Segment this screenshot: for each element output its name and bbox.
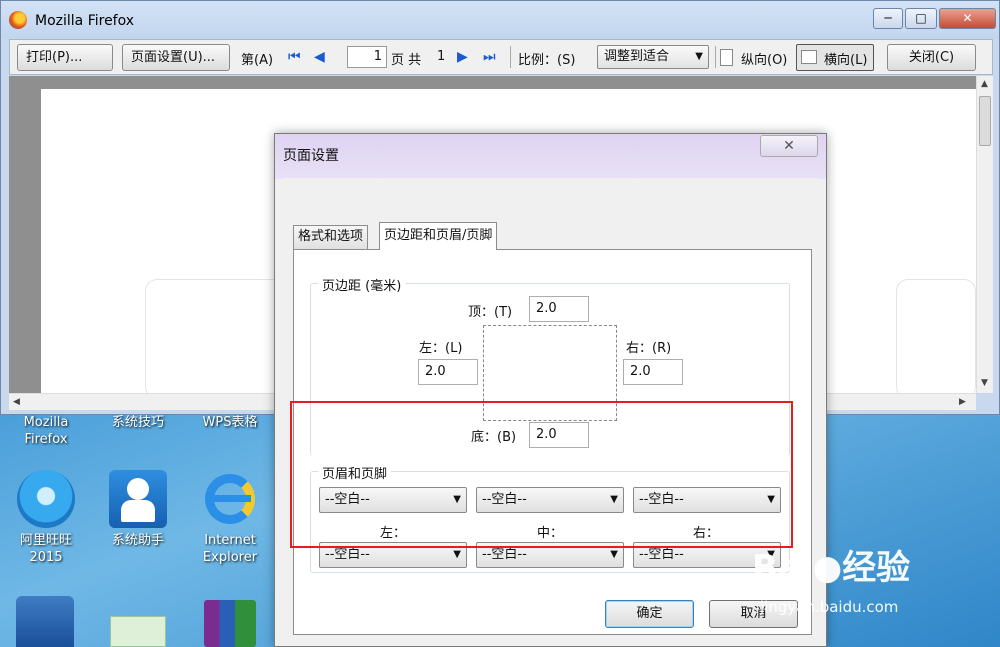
next-page-icon[interactable]: ▶ [457, 50, 468, 64]
right-margin-label: 右：(R) [626, 341, 672, 356]
ok-button[interactable]: 确定 [605, 600, 694, 628]
portrait-page-icon[interactable] [720, 49, 733, 66]
last-page-icon[interactable]: ⏭ [483, 50, 496, 64]
desktop-icon-partial-2[interactable] [110, 616, 166, 647]
total-pages-label: 1 [437, 49, 446, 64]
footer-right-value: --空白-- [639, 547, 684, 562]
print-preview-toolbar: 打印(P)... 页面设置(U)... 第(A) ⏮ ◀ 1 页 共 1 ▶ ⏭… [9, 39, 993, 75]
scroll-thumb[interactable] [979, 96, 991, 146]
landscape-page-icon [801, 50, 817, 64]
scroll-left-icon[interactable]: ◀ [13, 397, 20, 407]
first-page-icon[interactable]: ⏮ [288, 50, 301, 64]
desktop-icon-label: WPS表格 [202, 415, 258, 430]
vertical-scrollbar[interactable]: ▲ ▼ [976, 76, 993, 393]
desktop-icon-aliwangwang[interactable]: 阿里旺旺 2015 [6, 470, 86, 566]
desktop-icon-partial-1[interactable] [16, 596, 74, 647]
highlight-annotation [290, 401, 793, 548]
right-margin-input[interactable]: 2.0 [623, 359, 683, 385]
aliwangwang-icon [17, 470, 75, 528]
chevron-down-icon: ▼ [695, 51, 703, 62]
desktop-icon-system-assistant[interactable]: 系统助手 [98, 470, 178, 549]
preview-card [896, 279, 976, 399]
prev-page-icon[interactable]: ◀ [314, 50, 325, 64]
top-margin-input[interactable]: 2.0 [529, 296, 589, 322]
tab-format-options[interactable]: 格式和选项 [293, 225, 369, 249]
desktop-icon-label: 系统助手 [111, 533, 164, 548]
desktop-icon-ie[interactable]: Internet Explorer [190, 470, 270, 566]
portrait-label[interactable]: 纵向(O) [741, 49, 787, 68]
left-margin-label: 左：(L) [419, 341, 463, 356]
toolbar-separator [510, 46, 511, 68]
firefox-logo-icon [9, 11, 27, 29]
tab-margins-headers[interactable]: 页边距和页眉/页脚 [379, 222, 498, 250]
landscape-toggle[interactable]: 横向(L) [796, 44, 874, 71]
page-setup-button[interactable]: 页面设置(U)... [122, 44, 230, 71]
window-title: Mozilla Firefox [35, 13, 135, 29]
desktop-icon-label: 阿里旺旺 2015 [19, 533, 72, 565]
scroll-up-icon[interactable]: ▲ [981, 79, 988, 89]
window-close-button[interactable]: ✕ [939, 8, 996, 29]
close-preview-button[interactable]: 关闭(C) [887, 44, 976, 71]
dialog-title: 页面设置 [283, 148, 339, 164]
watermark-url: jingyan.baidu.com [760, 598, 899, 616]
page-number-input[interactable]: 1 [347, 46, 387, 68]
desktop-icon-system-tips[interactable]: 系统技巧 [98, 414, 178, 431]
desktop-icon-label: Mozilla Firefox [23, 415, 69, 447]
print-button[interactable]: 打印(P)... [17, 44, 113, 71]
page-of-label: 页 共 [391, 53, 422, 68]
internet-explorer-icon [201, 470, 259, 528]
watermark-logo: Bai●经验 [752, 548, 911, 588]
scale-select-value: 调整到适合 [604, 49, 670, 64]
titlebar: Mozilla Firefox ─ □ ✕ [1, 1, 999, 39]
minimize-button[interactable]: ─ [873, 8, 903, 29]
scroll-right-icon[interactable]: ▶ [959, 397, 966, 407]
desktop-icon-firefox[interactable]: Mozilla Firefox [6, 414, 86, 448]
desktop-icon-wps[interactable]: WPS表格 [190, 414, 270, 431]
desktop-icon-label: Internet Explorer [202, 533, 258, 565]
paw-icon: ● [812, 548, 843, 588]
dialog-close-button[interactable]: ✕ [760, 135, 818, 157]
dialog-frame: 页面设置 ✕ 格式和选项 页边距和页眉/页脚 页边距 (毫米) 顶：(T) 2.… [275, 134, 826, 646]
toolbar-separator [715, 46, 716, 68]
top-margin-label: 顶：(T) [468, 305, 513, 320]
margins-group-label: 页边距 (毫米) [318, 275, 406, 294]
scroll-down-icon[interactable]: ▼ [981, 378, 988, 388]
scale-label: 比例：(S) [518, 53, 576, 68]
footer-center-value: --空白-- [482, 547, 527, 562]
desktop-icon-label: 系统技巧 [111, 415, 164, 430]
left-margin-input[interactable]: 2.0 [418, 359, 478, 385]
page-setup-dialog: 页面设置 ✕ 格式和选项 页边距和页眉/页脚 页边距 (毫米) 顶：(T) 2.… [274, 133, 827, 647]
system-assistant-icon [109, 470, 167, 528]
scale-select[interactable]: 调整到适合 ▼ [597, 45, 709, 69]
landscape-label: 横向(L) [824, 53, 868, 68]
maximize-button[interactable]: □ [905, 8, 937, 29]
page-prefix-label: 第(A) [241, 53, 274, 68]
winrar-icon[interactable] [204, 600, 256, 647]
footer-left-value: --空白-- [325, 547, 370, 562]
